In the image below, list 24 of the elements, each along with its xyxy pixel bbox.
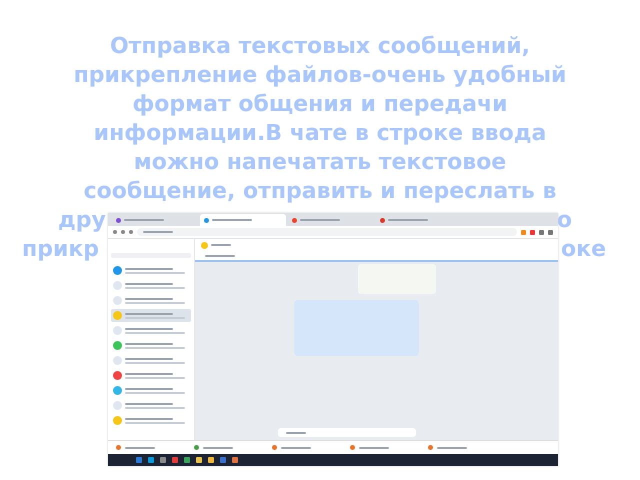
heading-line: прикрепление файлов-очень удобный xyxy=(74,62,566,90)
app-icon[interactable] xyxy=(172,457,178,463)
heading-fragment: дру xyxy=(58,207,106,235)
app-icon[interactable] xyxy=(160,457,166,463)
app-icon[interactable] xyxy=(136,457,142,463)
avatar xyxy=(201,242,208,248)
heading-line: Отправка текстовых сообщений, xyxy=(110,33,530,61)
app-icon[interactable] xyxy=(184,457,190,463)
message-input[interactable] xyxy=(278,428,416,437)
app-icon[interactable] xyxy=(232,457,238,463)
app-icon[interactable] xyxy=(208,457,214,463)
url-field[interactable] xyxy=(137,228,517,236)
app-icon[interactable] xyxy=(220,457,226,463)
heading-fragment: прикр xyxy=(22,236,100,264)
app-icon[interactable] xyxy=(148,457,154,463)
heading-line: сообщение, отправить и переслать в xyxy=(84,178,556,206)
app-icon[interactable] xyxy=(196,457,202,463)
chat-list-item[interactable] xyxy=(111,309,191,322)
heading-fragment: оке xyxy=(561,236,606,264)
heading-line: можно напечатать текстовое xyxy=(134,149,506,177)
heading-line: формат общения и передачи xyxy=(132,91,508,119)
browser-tab[interactable] xyxy=(200,214,286,226)
heading-line: информации.В чате в строке ввода xyxy=(94,120,546,148)
heading-fragment: о xyxy=(556,207,572,235)
